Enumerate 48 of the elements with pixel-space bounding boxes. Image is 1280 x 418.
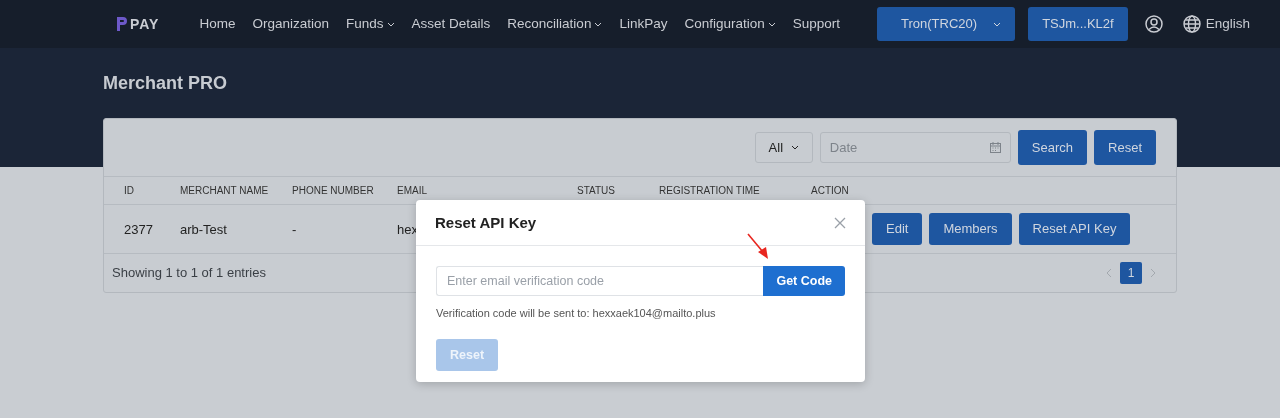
nav-link[interactable]: Home — [199, 13, 236, 35]
column-header: ACTION — [811, 184, 850, 198]
language-link[interactable]: English — [1205, 13, 1250, 35]
chevron-icon — [791, 145, 800, 150]
column-header: STATUS — [577, 184, 616, 198]
search-button[interactable]: Search — [1017, 129, 1088, 166]
nav-link[interactable]: Funds — [346, 13, 395, 35]
nav-link[interactable]: Support — [792, 13, 841, 35]
nav-link[interactable]: Reconciliation — [507, 13, 603, 35]
previous-page-icon[interactable] — [1106, 268, 1112, 278]
table-cell: arb-Test — [180, 221, 227, 237]
nav-link[interactable]: Organization — [252, 13, 330, 35]
page-title: Merchant PRO — [103, 73, 229, 95]
close-icon[interactable] — [834, 216, 846, 229]
globe-icon — [1182, 15, 1201, 33]
chevron-icon — [594, 21, 603, 27]
action-button[interactable]: Reset API Key — [1018, 213, 1131, 245]
logo-text: PAY — [130, 14, 160, 34]
page-button[interactable]: 1 — [1120, 262, 1142, 284]
pointer-arrow — [746, 232, 770, 260]
get-code-button[interactable]: Get Code — [763, 266, 845, 296]
chevron-icon — [386, 21, 395, 27]
network-dropdown[interactable]: Tron(TRC20) — [877, 7, 1016, 41]
wallet-button[interactable]: TSJm...KL2f — [1028, 7, 1128, 41]
verification-note: Verification code will be sent to: hexxaek104@mailto.plus — [436, 306, 717, 321]
calendar-icon — [989, 142, 1001, 153]
next-page-icon[interactable] — [1150, 268, 1156, 278]
nav-link[interactable]: Configuration — [684, 13, 776, 35]
column-header: REGISTRATION TIME — [659, 184, 761, 198]
entries-info: Showing 1 to 1 of 1 entries — [112, 264, 266, 283]
action-button[interactable]: Members — [929, 213, 1012, 245]
action-button[interactable]: Edit — [872, 213, 923, 245]
nav-link[interactable]: LinkPay — [619, 13, 668, 35]
verification-code-field[interactable]: Enter email verification code — [436, 266, 764, 296]
reset-filter-button[interactable]: Reset — [1094, 129, 1156, 166]
column-header: EMAIL — [397, 184, 428, 198]
chevron-icon — [767, 21, 776, 27]
table-cell: 2377 — [124, 221, 153, 237]
column-header: MERCHANT NAME — [180, 184, 270, 198]
column-header: ID — [124, 184, 135, 198]
status-select[interactable]: All — [754, 132, 813, 163]
nav-link[interactable]: Asset Details — [411, 13, 491, 35]
column-header: PHONE NUMBER — [292, 184, 375, 198]
user-icon[interactable] — [1144, 15, 1163, 33]
logo-icon — [117, 17, 127, 31]
chevron-icon — [993, 21, 1002, 27]
table-cell: - — [292, 221, 297, 237]
dialog-title: Reset API Key — [435, 213, 537, 232]
